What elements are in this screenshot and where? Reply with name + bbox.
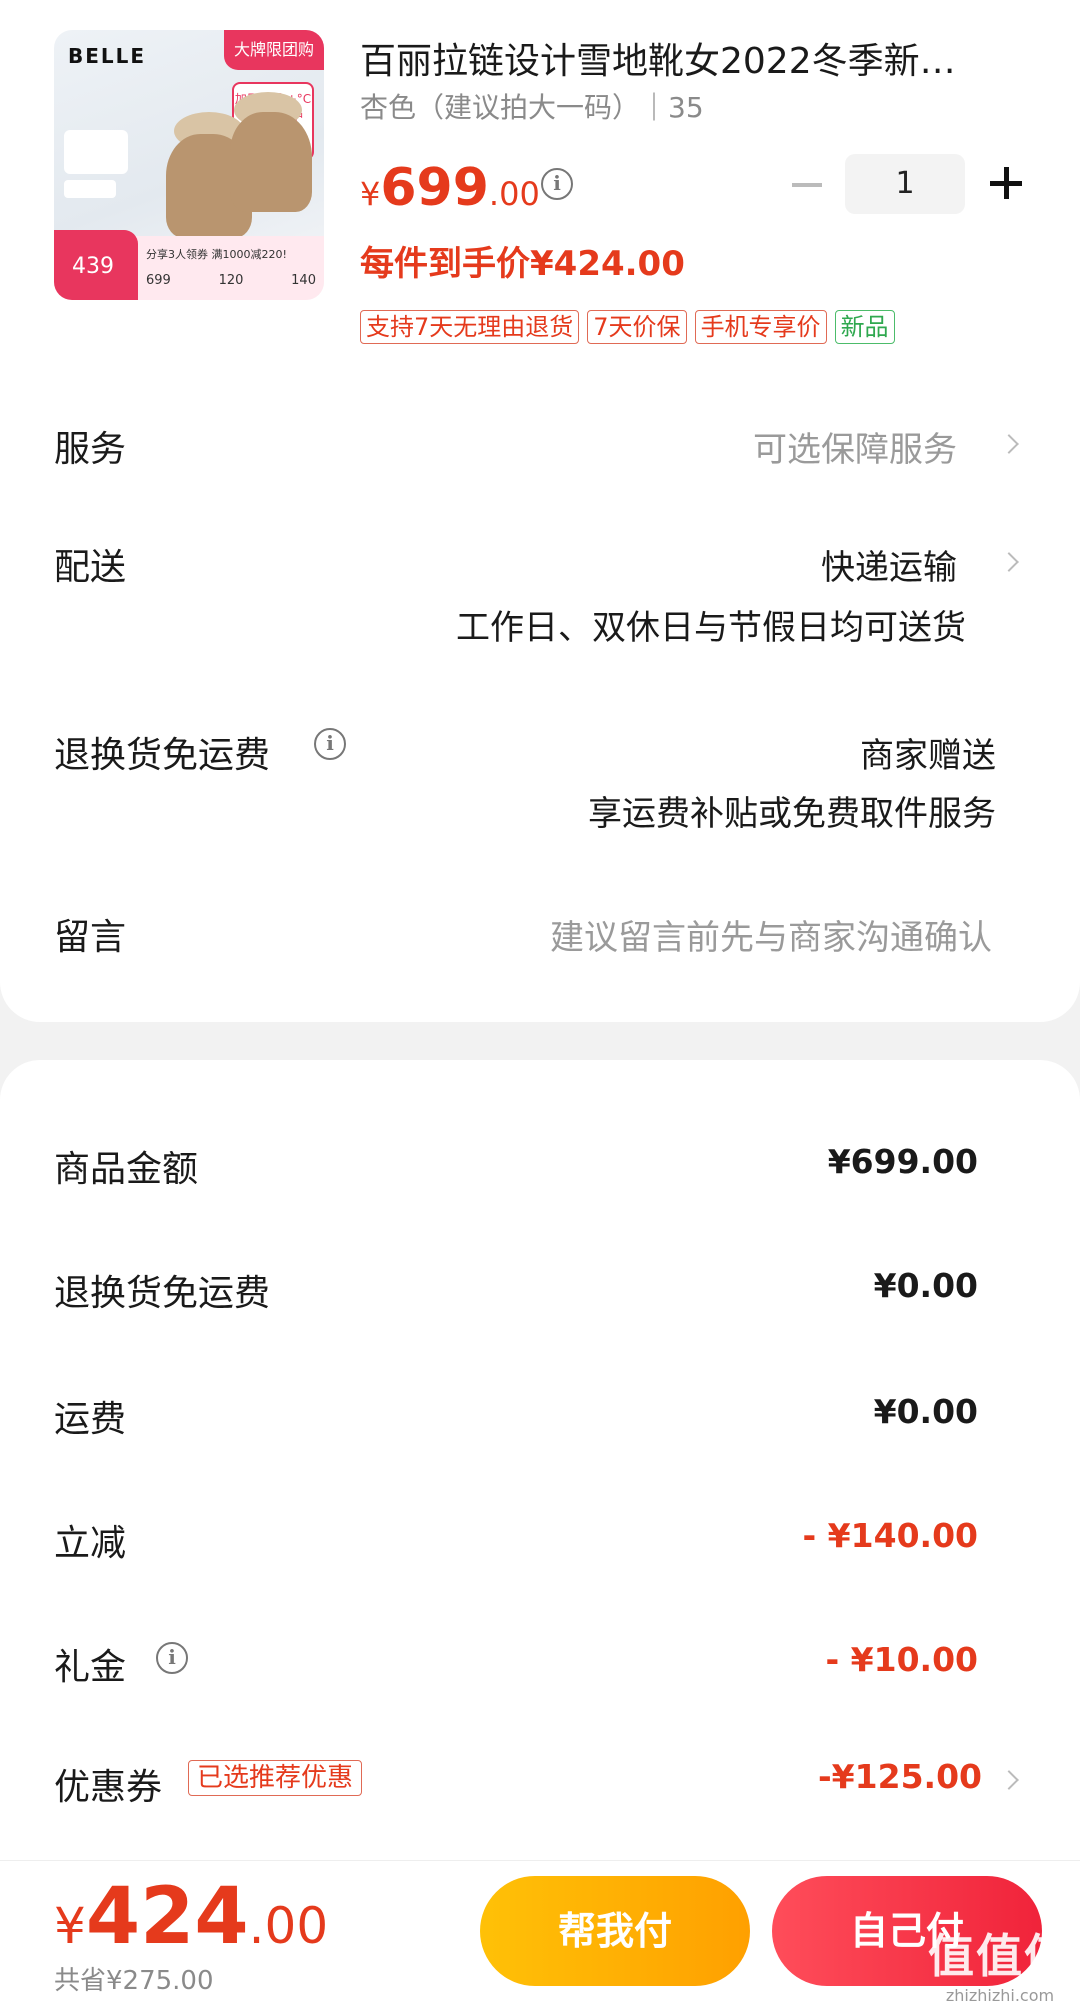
badge-return: 支持7天无理由退货	[360, 310, 580, 344]
total-price: ¥424.00	[54, 1872, 329, 1962]
message-input[interactable]: 建议留言前先与商家沟通确认	[550, 910, 992, 959]
price-info-icon[interactable]: i	[541, 168, 573, 200]
product-spec[interactable]: 杏色（建议拍大一码）｜35	[360, 86, 704, 126]
quantity-decrease-button[interactable]	[792, 183, 822, 187]
summary-value-goods: ¥699.00	[827, 1142, 978, 1181]
return-shipping-label: 退换货免运费	[54, 735, 271, 776]
summary-label-gift: 礼金	[54, 1647, 127, 1688]
delivery-label: 配送	[54, 547, 127, 588]
badge-mobile-price: 手机专享价	[694, 310, 827, 344]
badge-price-protect: 7天价保	[587, 310, 687, 344]
summary-label-return-shipping: 退换货免运费	[54, 1273, 271, 1314]
summary-value-coupon[interactable]: -¥125.00	[818, 1757, 982, 1796]
delivery-value[interactable]: 快递运输	[821, 540, 957, 589]
image-price-box: 439	[54, 230, 138, 300]
gift-info-icon[interactable]: i	[156, 1642, 188, 1674]
quantity-input[interactable]: 1	[845, 154, 965, 214]
boot-right	[230, 112, 312, 212]
coupon-selected-tag[interactable]: 已选推荐优惠	[188, 1760, 363, 1796]
brand-logo: BELLE	[68, 44, 147, 68]
total-saved: 共省¥275.00	[54, 1966, 214, 1996]
image-promo-card-small	[64, 180, 116, 198]
watermark-logo: 值值值 zhizhizhi.com	[928, 1929, 1072, 2005]
return-shipping-value: 商家赠送	[860, 736, 996, 776]
product-image[interactable]: BELLE 大牌限团购 加厚毛里 +°C 温暖小暖护 439 分享3人领券 满1…	[54, 30, 324, 300]
product-price: ¥699.00	[360, 158, 540, 218]
delivery-note: 工作日、双休日与节假日均可送货	[456, 608, 966, 648]
product-badges: 支持7天无理由退货 7天价保 手机专享价 新品	[360, 310, 895, 344]
summary-value-shipping: ¥0.00	[873, 1392, 978, 1431]
summary-value-return-shipping: ¥0.00	[873, 1266, 978, 1305]
summary-label-goods: 商品金额	[54, 1149, 199, 1190]
help-pay-button[interactable]: 帮我付	[480, 1876, 750, 1986]
summary-label-coupon: 优惠券	[54, 1767, 163, 1808]
product-title[interactable]: 百丽拉链设计雪地靴女2022冬季新…	[360, 32, 1000, 84]
per-unit-price: 每件到手价¥424.00	[360, 244, 685, 284]
summary-value-discount: - ¥140.00	[802, 1516, 979, 1555]
badge-new: 新品	[834, 310, 895, 344]
return-shipping-note: 享运费补贴或免费取件服务	[588, 794, 996, 834]
return-shipping-info-icon[interactable]: i	[314, 728, 346, 760]
image-promo-card	[64, 130, 128, 174]
service-label: 服务	[54, 429, 127, 470]
summary-label-shipping: 运费	[54, 1399, 127, 1440]
image-strip-text: 分享3人领券 满1000减220!	[146, 248, 287, 261]
summary-label-discount: 立减	[54, 1523, 127, 1564]
image-strip-prices: 699 120 140	[146, 273, 316, 288]
promo-ribbon: 大牌限团购	[224, 30, 324, 70]
service-value[interactable]: 可选保障服务	[753, 422, 957, 471]
summary-value-gift: - ¥10.00	[825, 1640, 978, 1679]
quantity-increase-button[interactable]	[990, 167, 1022, 199]
message-label: 留言	[54, 917, 127, 958]
